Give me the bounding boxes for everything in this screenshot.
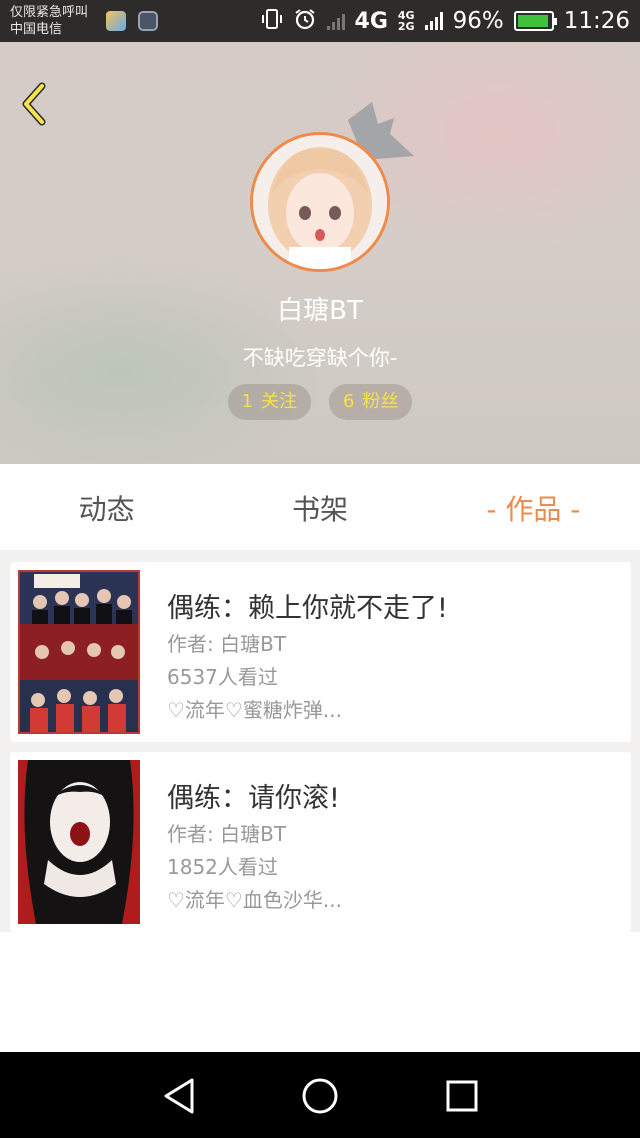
followers-button[interactable]: 6 粉丝 (329, 384, 413, 420)
profile-header: 白瑭BT 不缺吃穿缺个你- 1 关注 6 粉丝 (0, 42, 640, 464)
work-views: 6537人看过 (167, 665, 278, 689)
following-count: 1 (241, 391, 253, 412)
battery-icon (513, 11, 557, 31)
carrier-line1: 仅限紧急呼叫 (10, 5, 89, 20)
work-item[interactable]: 偶练：请你滚! 作者: 白瑭BT 1852人看过 ♡流年♡血色沙华... (10, 752, 631, 932)
avatar-image (250, 132, 390, 272)
followers-label: 粉丝 (362, 391, 399, 412)
profile-tabs: 动态 书架 - 作品 - (0, 464, 640, 550)
cleaner-app-icon (106, 11, 126, 31)
circle-home-icon (302, 1078, 338, 1114)
network-type: 4G (354, 8, 388, 34)
battery-percent: 96% (452, 8, 504, 34)
stats-row: 1 关注 6 粉丝 (0, 384, 640, 420)
avatar[interactable] (250, 132, 390, 272)
work-title: 偶练：请你滚! (167, 783, 340, 814)
sim-signal-icon (326, 12, 345, 30)
status-bar: 仅限紧急呼叫 中国电信 4G 4G 2G 96% 11:26 (0, 0, 640, 42)
followers-count: 6 (343, 391, 355, 412)
clock: 11:26 (563, 8, 630, 34)
work-author: 作者: 白瑭BT (167, 822, 287, 846)
work-title: 偶练：赖上你就不走了! (167, 593, 448, 624)
work-cover (18, 760, 140, 924)
work-author: 作者: 白瑭BT (167, 632, 287, 656)
status-icons: 4G 4G 2G 96% 11:26 (261, 0, 630, 42)
nav-recents-button[interactable] (438, 1072, 486, 1120)
signature: 不缺吃穿缺个你- (242, 346, 398, 370)
back-button[interactable] (14, 80, 54, 128)
empty-area (0, 932, 640, 1052)
carrier-info: 仅限紧急呼叫 中国电信 (10, 4, 88, 38)
tab-dynamics[interactable]: 动态 (0, 464, 213, 550)
tab-works[interactable]: - 作品 - (427, 464, 640, 550)
triangle-back-icon (164, 1078, 194, 1114)
carrier-line2: 中国电信 (10, 22, 63, 37)
camera-app-icon (138, 11, 158, 31)
following-button[interactable]: 1 关注 (227, 384, 311, 420)
following-label: 关注 (261, 391, 297, 412)
tab-bookshelf[interactable]: 书架 (213, 464, 426, 550)
nav-back-button[interactable] (156, 1072, 204, 1120)
work-item[interactable]: 偶练：赖上你就不走了! 作者: 白瑭BT 6537人看过 ♡流年♡蜜糖炸弹... (10, 562, 631, 742)
work-description: ♡流年♡血色沙华... (167, 888, 342, 912)
signal-icon (424, 12, 443, 30)
work-description: ♡流年♡蜜糖炸弹... (167, 698, 342, 722)
username: 白瑭BT (277, 296, 363, 326)
navigation-bar (0, 1052, 640, 1138)
network-type-small: 4G 2G (397, 9, 415, 33)
square-recents-icon (446, 1080, 478, 1112)
works-list: 偶练：赖上你就不走了! 作者: 白瑭BT 6537人看过 ♡流年♡蜜糖炸弹...… (0, 550, 640, 932)
vibrate-icon (261, 8, 283, 35)
alarm-icon (293, 7, 317, 36)
work-views: 1852人看过 (167, 855, 278, 879)
chevron-left-icon (22, 82, 46, 126)
nav-home-button[interactable] (296, 1072, 344, 1120)
work-cover (18, 570, 140, 734)
